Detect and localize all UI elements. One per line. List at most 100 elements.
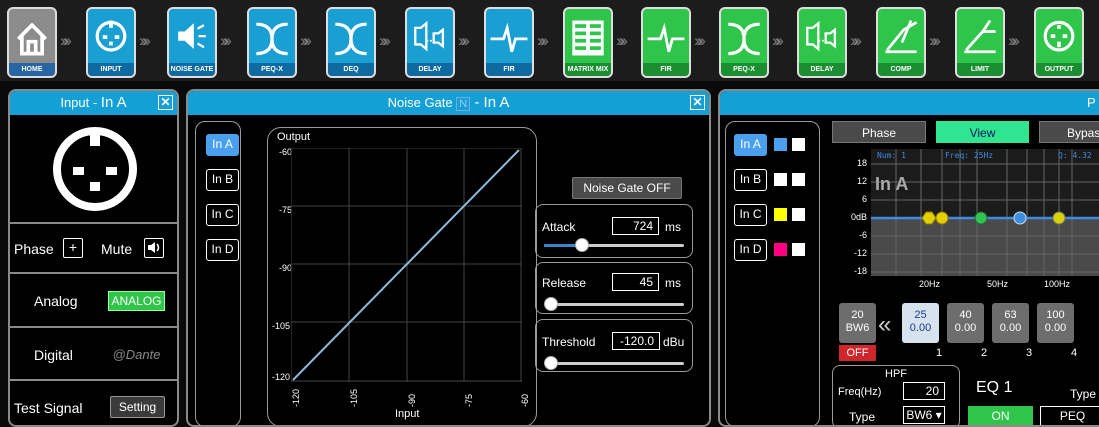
eq-band-3[interactable]: 63 0.00	[992, 303, 1029, 343]
release-unit: ms	[665, 276, 681, 290]
input-panel-title: Input - In A ✕	[10, 91, 177, 115]
noise-gate-toggle-button[interactable]: Noise Gate OFF	[572, 177, 682, 199]
channel-visible-checkbox[interactable]	[792, 243, 805, 256]
toolbar-comp[interactable]: COMP	[876, 7, 926, 78]
toolbar-label: DELAY	[799, 63, 845, 76]
eq-band-2[interactable]: 40 0.00	[947, 303, 984, 343]
phase-mute-section: Phase + Mute	[10, 222, 177, 272]
toolbar-out-fir[interactable]: FIR	[641, 7, 691, 78]
threshold-slider[interactable]	[544, 356, 684, 370]
close-icon[interactable]: ✕	[690, 95, 705, 110]
peq-panel: P In A In B In C In D Phase View Bypass	[718, 89, 1099, 427]
toolbar-label: FIR	[643, 63, 689, 76]
noise-gate-panel: Noise Gate N - In A ✕ In A In B In C In …	[186, 89, 711, 427]
release-label: Release	[542, 276, 587, 290]
band-3-marker[interactable]	[1013, 211, 1027, 225]
peq-channel-in-c[interactable]: In C	[734, 204, 767, 226]
chevron-right-icon: »»	[60, 31, 72, 50]
close-icon[interactable]: ✕	[158, 95, 173, 110]
threshold-slider-knob[interactable]	[544, 356, 558, 370]
tab-phase[interactable]: Phase	[832, 121, 926, 143]
toolbar-input[interactable]: INPUT	[86, 7, 136, 78]
toolbar-label: DEQ	[328, 63, 374, 76]
band-4-marker[interactable]	[1052, 211, 1066, 225]
dante-button[interactable]: @Dante	[108, 345, 165, 365]
eq-on-button[interactable]: ON	[968, 406, 1033, 425]
ytick: -120	[272, 372, 291, 382]
peq-channel-in-d[interactable]: In D	[734, 239, 767, 261]
gate-channel-in-b[interactable]: In B	[206, 169, 239, 191]
digital-label: Digital	[34, 347, 73, 363]
test-signal-setting-button[interactable]: Setting	[110, 396, 165, 418]
hpf-settings-group: HPF Freq(Hz) 20 Type BW6 ▾	[832, 365, 960, 425]
toolbar-fir[interactable]: FIR	[484, 7, 534, 78]
xtick: -120	[291, 388, 301, 407]
gate-curve-plot	[291, 148, 522, 382]
threshold-value-input[interactable]: -120.0	[612, 332, 660, 350]
band-2-marker[interactable]	[974, 211, 988, 225]
eq-type-select[interactable]: PEQ	[1040, 406, 1099, 425]
toolbar-out-delay[interactable]: DELAY	[797, 7, 847, 78]
channel-visible-checkbox[interactable]	[792, 208, 805, 221]
hpf-type-select[interactable]: BW6 ▾	[903, 406, 945, 424]
eq-band-1[interactable]: 25 0.00	[902, 303, 939, 343]
chevron-right-icon: »»	[850, 31, 862, 50]
xlr-input-icon	[95, 20, 127, 52]
channel-visible-checkbox[interactable]	[792, 138, 805, 151]
attack-slider-knob[interactable]	[574, 238, 589, 252]
analog-button[interactable]: ANALOG	[108, 291, 165, 311]
eq-band-4[interactable]: 100 0.00	[1037, 303, 1074, 343]
hpf-freq-label: Freq(Hz)	[838, 386, 882, 398]
gate-transfer-line	[292, 149, 520, 381]
attack-unit: ms	[665, 220, 681, 234]
channel-visible-checkbox[interactable]	[792, 173, 805, 186]
toolbar-output[interactable]: OUTPUT	[1034, 7, 1084, 78]
toolbar-label: PEQ-X	[249, 63, 295, 76]
gate-channel-in-a[interactable]: In A	[206, 134, 239, 156]
release-value-input[interactable]: 45	[612, 273, 659, 291]
toolbar-limit[interactable]: LIMIT	[955, 7, 1005, 78]
toolbar-matrix-mix[interactable]: MATRIX MIX	[563, 7, 613, 78]
gate-channel-in-c[interactable]: In C	[206, 204, 239, 226]
toolbar-peq-x[interactable]: PEQ-X	[247, 7, 297, 78]
graph-ylabel: Output	[277, 131, 311, 143]
crossover-icon	[728, 22, 760, 56]
toolbar-out-peq-x[interactable]: PEQ-X	[719, 7, 769, 78]
mute-button[interactable]	[144, 238, 164, 258]
band-1-marker[interactable]	[935, 211, 949, 225]
test-signal-section: Test Signal Setting	[10, 379, 177, 425]
graph-xlabel: Input	[395, 408, 420, 420]
phase-button[interactable]: +	[63, 238, 83, 258]
toolbar-deq[interactable]: DEQ	[326, 7, 376, 78]
phase-label: Phase	[14, 241, 54, 257]
hpf-title: HPF	[885, 368, 907, 380]
toolbar-delay[interactable]: DELAY	[405, 7, 455, 78]
chevron-right-icon: »»	[1008, 31, 1020, 50]
attack-value-input[interactable]: 724	[612, 217, 659, 235]
speaker-gate-icon	[178, 23, 206, 50]
chevron-left-icon[interactable]: «	[878, 311, 891, 339]
hpf-freq-input[interactable]: 20	[903, 382, 945, 400]
peq-channel-in-a[interactable]: In A	[734, 134, 767, 156]
toolbar-home[interactable]: HOME	[7, 7, 57, 78]
tab-view[interactable]: View	[936, 121, 1029, 143]
peq-channel-in-b[interactable]: In B	[734, 169, 767, 191]
chevron-right-icon: »»	[379, 31, 391, 50]
graph-info-freq: Freq: 25Hz	[945, 151, 994, 160]
graph-info-num: Num: 1	[877, 151, 906, 160]
toolbar-label: COMP	[878, 63, 924, 76]
hpf-off-button[interactable]: OFF	[839, 345, 876, 361]
title-badge: N	[456, 97, 471, 111]
peq-channel-list: In A In B In C In D	[725, 121, 820, 425]
hpf-band-button[interactable]: 20 BW6	[839, 303, 876, 343]
toolbar-noise-gate[interactable]: NOISE GATE	[167, 7, 217, 78]
attack-slider[interactable]	[544, 238, 684, 252]
tab-bypass[interactable]: Bypass	[1039, 121, 1099, 143]
release-slider[interactable]	[544, 297, 684, 311]
chevron-right-icon: »»	[929, 31, 941, 50]
mute-label: Mute	[101, 241, 133, 257]
band-gain: 0.00	[954, 322, 977, 334]
chevron-right-icon: »»	[139, 31, 151, 50]
release-slider-knob[interactable]	[544, 297, 558, 311]
gate-channel-in-d[interactable]: In D	[206, 239, 239, 261]
